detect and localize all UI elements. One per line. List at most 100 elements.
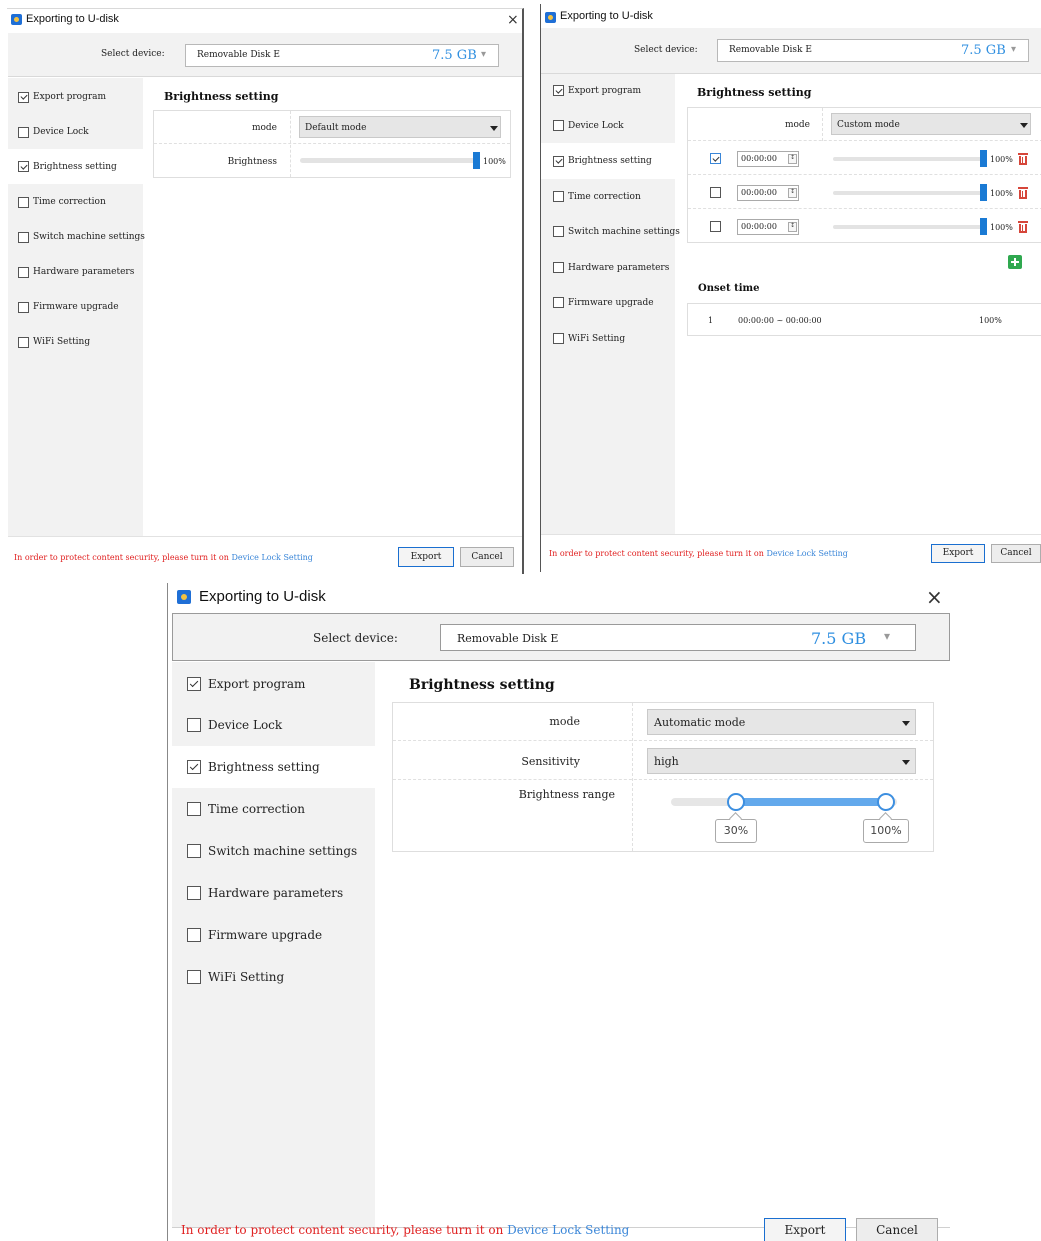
checkbox-icon[interactable] — [187, 928, 201, 942]
sidebar-item-time-correction[interactable]: Time correction — [8, 186, 143, 218]
device-lock-setting-link[interactable]: Device Lock Setting — [766, 549, 847, 558]
sidebar-item-switch-machine-settings[interactable]: Switch machine settings — [172, 830, 375, 872]
checkbox-icon[interactable] — [18, 336, 29, 348]
automatic-brightness-table: mode Automatic mode Sensitivity high Bri… — [392, 702, 934, 852]
mode-select[interactable]: Automatic mode — [647, 709, 916, 735]
mode-select[interactable]: Custom mode — [831, 113, 1031, 135]
cancel-button[interactable]: Cancel — [460, 547, 514, 567]
checkbox-icon[interactable] — [187, 844, 201, 858]
spin-arrows-icon[interactable]: ↕ — [788, 222, 797, 232]
checkbox-icon[interactable] — [553, 333, 564, 344]
schedule-checkbox[interactable] — [710, 153, 721, 164]
checkbox-icon[interactable] — [553, 155, 564, 167]
brightness-slider[interactable] — [300, 158, 476, 163]
sidebar-item-wifi-setting[interactable]: WiFi Setting — [172, 956, 375, 998]
sidebar-item-export-program[interactable]: Export program — [172, 664, 375, 704]
checkbox-icon[interactable] — [187, 970, 201, 984]
sensitivity-select[interactable]: high — [647, 748, 916, 774]
sidebar-item-wifi-setting[interactable]: WiFi Setting — [541, 322, 675, 355]
device-select[interactable]: Removable Disk E 7.5 GB ▾ — [717, 39, 1029, 62]
sidebar-item-brightness-setting[interactable]: Brightness setting — [172, 746, 375, 788]
sidebar-item-hardware-parameters[interactable]: Hardware parameters — [8, 256, 143, 288]
device-select[interactable]: Removable Disk E 7.5 GB ▾ — [185, 44, 499, 67]
app-icon — [11, 14, 22, 25]
checkbox-icon[interactable] — [18, 161, 29, 172]
sensitivity-row: Sensitivity high — [393, 742, 933, 780]
checkbox-icon[interactable] — [553, 262, 564, 273]
chevron-down-icon: ▾ — [1011, 44, 1017, 55]
sidebar-item-hardware-parameters[interactable]: Hardware parameters — [172, 872, 375, 914]
time-spinbox[interactable]: 00:00:00 ↕ — [737, 185, 799, 201]
checkbox-icon[interactable] — [553, 85, 564, 96]
checkbox-icon[interactable] — [18, 196, 29, 208]
schedule-brightness-slider[interactable] — [833, 225, 983, 229]
time-value: 00:00:00 — [741, 222, 777, 231]
checkbox-icon[interactable] — [187, 760, 201, 774]
spin-arrows-icon[interactable]: ↕ — [788, 188, 797, 198]
device-lock-setting-link[interactable]: Device Lock Setting — [507, 1223, 629, 1237]
sidebar-item-label: Hardware parameters — [208, 886, 344, 900]
time-spinbox[interactable]: 00:00:00 ↕ — [737, 151, 799, 167]
schedule-checkbox[interactable] — [710, 221, 721, 232]
sidebar-item-time-correction[interactable]: Time correction — [172, 789, 375, 829]
device-lock-setting-link[interactable]: Device Lock Setting — [231, 553, 312, 562]
sidebar-item-brightness-setting[interactable]: Brightness setting — [8, 149, 143, 184]
range-min-handle[interactable] — [727, 793, 745, 811]
checkbox-icon[interactable] — [187, 677, 201, 691]
schedule-brightness-slider[interactable] — [833, 191, 983, 195]
add-icon[interactable] — [1008, 255, 1022, 269]
window-title: Exporting to U-disk — [199, 588, 326, 605]
checkbox-icon[interactable] — [553, 120, 564, 131]
sidebar-item-firmware-upgrade[interactable]: Firmware upgrade — [8, 291, 143, 323]
brightness-range-label: Brightness range — [518, 788, 615, 801]
time-spinbox[interactable]: 00:00:00 ↕ — [737, 219, 799, 235]
spin-arrows-icon[interactable]: ↕ — [788, 154, 797, 164]
sidebar-item-device-lock[interactable]: Device Lock — [8, 116, 143, 148]
delete-icon[interactable] — [1018, 153, 1028, 165]
delete-icon[interactable] — [1018, 187, 1028, 199]
close-icon[interactable]: × — [926, 585, 943, 609]
mode-select[interactable]: Default mode — [299, 116, 501, 138]
checkbox-icon[interactable] — [187, 802, 201, 816]
onset-brightness: 100% — [979, 316, 1002, 325]
checkbox-icon[interactable] — [18, 301, 29, 313]
sidebar-item-label: Switch machine settings — [33, 232, 145, 242]
delete-icon[interactable] — [1018, 221, 1028, 233]
device-label: Select device: — [313, 631, 398, 645]
checkbox-icon[interactable] — [553, 226, 564, 237]
cancel-button[interactable]: Cancel — [991, 544, 1041, 563]
checkbox-icon[interactable] — [18, 91, 29, 103]
sidebar-item-brightness-setting[interactable]: Brightness setting — [541, 143, 675, 179]
close-icon[interactable]: × — [507, 12, 519, 28]
checkbox-icon[interactable] — [553, 297, 564, 308]
checkbox-icon[interactable] — [18, 266, 29, 278]
sidebar-item-firmware-upgrade[interactable]: Firmware upgrade — [172, 914, 375, 956]
sidebar-item-time-correction[interactable]: Time correction — [541, 180, 675, 213]
checkbox-icon[interactable] — [187, 718, 201, 732]
checkbox-icon[interactable] — [18, 231, 29, 243]
device-select[interactable]: Removable Disk E 7.5 GB ▾ — [440, 624, 916, 651]
export-button[interactable]: Export — [398, 547, 454, 567]
schedule-brightness-thumb[interactable] — [980, 184, 987, 201]
sidebar-item-hardware-parameters[interactable]: Hardware parameters — [541, 251, 675, 284]
schedule-brightness-thumb[interactable] — [980, 150, 987, 167]
sidebar-item-export-program[interactable]: Export program — [8, 81, 143, 113]
sidebar-item-export-program[interactable]: Export program — [541, 74, 675, 107]
export-button[interactable]: Export — [764, 1218, 846, 1241]
checkbox-icon[interactable] — [187, 886, 201, 900]
checkbox-icon[interactable] — [553, 191, 564, 202]
checkbox-icon[interactable] — [18, 126, 29, 138]
cancel-button[interactable]: Cancel — [856, 1218, 938, 1241]
sidebar-item-device-lock[interactable]: Device Lock — [541, 109, 675, 142]
sidebar-item-switch-machine-settings[interactable]: Switch machine settings — [541, 215, 680, 248]
brightness-slider-thumb[interactable] — [473, 152, 480, 169]
export-button[interactable]: Export — [931, 544, 985, 563]
sidebar-item-switch-machine-settings[interactable]: Switch machine settings — [8, 221, 145, 253]
sidebar-item-firmware-upgrade[interactable]: Firmware upgrade — [541, 286, 675, 319]
sidebar-item-device-lock[interactable]: Device Lock — [172, 705, 375, 745]
schedule-brightness-slider[interactable] — [833, 157, 983, 161]
range-max-handle[interactable] — [877, 793, 895, 811]
schedule-brightness-thumb[interactable] — [980, 218, 987, 235]
schedule-checkbox[interactable] — [710, 187, 721, 198]
sidebar-item-wifi-setting[interactable]: WiFi Setting — [8, 326, 143, 358]
